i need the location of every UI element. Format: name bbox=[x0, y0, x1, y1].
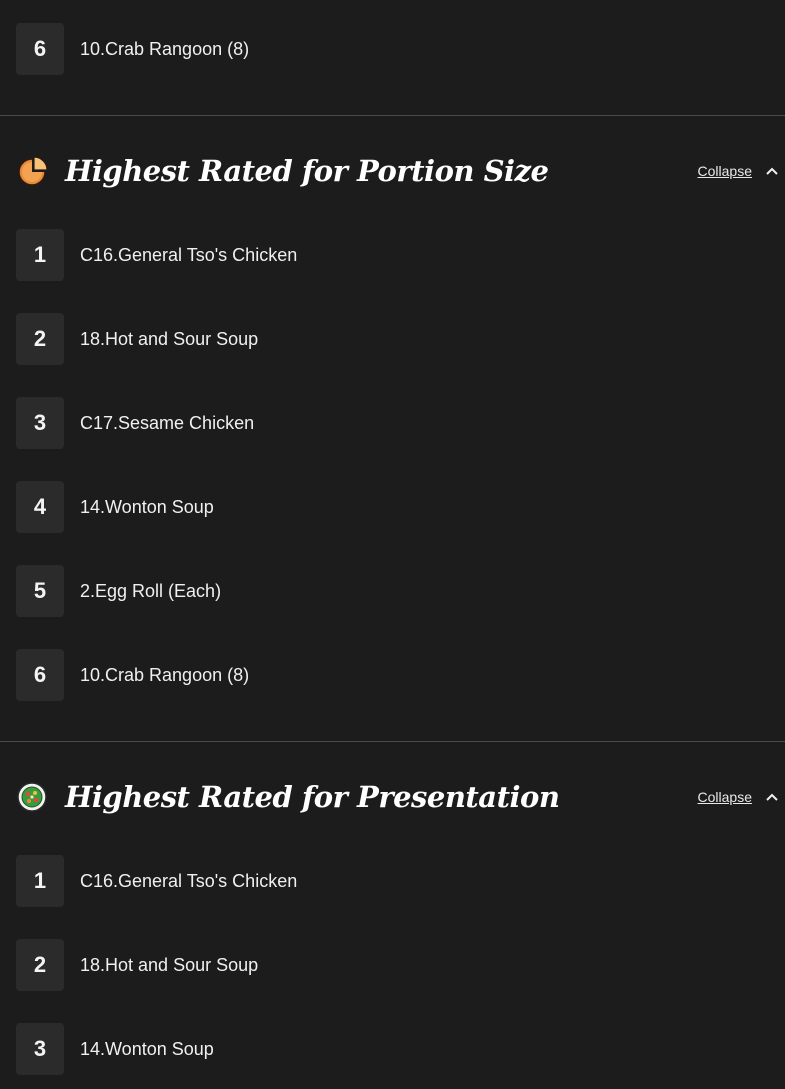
section-title: Highest Rated for Portion Size bbox=[65, 154, 549, 188]
collapse-label: Collapse bbox=[697, 789, 752, 805]
garnished-plate-icon bbox=[17, 782, 47, 812]
rank-badge: 1 bbox=[16, 229, 64, 281]
item-name: C16.General Tso's Chicken bbox=[80, 244, 298, 265]
rank-badge: 2 bbox=[16, 939, 64, 991]
collapse-label: Collapse bbox=[697, 163, 752, 179]
list-item[interactable]: 1 C16.General Tso's Chicken bbox=[16, 855, 769, 907]
section-divider bbox=[0, 741, 785, 742]
section-title: Highest Rated for Presentation bbox=[65, 780, 560, 814]
list-item[interactable]: 3 14.Wonton Soup bbox=[16, 1023, 769, 1075]
item-name: 18.Hot and Sour Soup bbox=[80, 328, 259, 349]
rank-badge: 3 bbox=[16, 1023, 64, 1075]
list-item[interactable]: 2 18.Hot and Sour Soup bbox=[16, 939, 769, 991]
item-name: C17.Sesame Chicken bbox=[80, 412, 255, 433]
rank-badge: 1 bbox=[16, 855, 64, 907]
collapse-button[interactable]: Collapse bbox=[698, 163, 785, 179]
rank-badge: 5 bbox=[16, 565, 64, 617]
pie-chart-icon bbox=[18, 156, 48, 186]
rank-badge: 4 bbox=[16, 481, 64, 533]
rank-badge: 3 bbox=[16, 397, 64, 449]
item-name: 14.Wonton Soup bbox=[80, 1038, 214, 1059]
chevron-up-icon bbox=[766, 167, 778, 175]
list-item[interactable]: 4 14.Wonton Soup bbox=[16, 481, 769, 533]
rank-badge: 2 bbox=[16, 313, 64, 365]
rank-badge: 6 bbox=[16, 649, 64, 701]
item-name: 10.Crab Rangoon (8) bbox=[80, 38, 250, 59]
item-name: 2.Egg Roll (Each) bbox=[80, 580, 222, 601]
item-name: 14.Wonton Soup bbox=[80, 496, 214, 517]
list-item[interactable]: 6 10.Crab Rangoon (8) bbox=[16, 23, 769, 75]
list-item[interactable]: 2 18.Hot and Sour Soup bbox=[16, 313, 769, 365]
list-item[interactable]: 5 2.Egg Roll (Each) bbox=[16, 565, 769, 617]
chevron-up-icon bbox=[766, 793, 778, 801]
item-name: 10.Crab Rangoon (8) bbox=[80, 664, 250, 685]
list-item[interactable]: 6 10.Crab Rangoon (8) bbox=[16, 649, 769, 701]
section-divider bbox=[0, 115, 785, 116]
collapse-button[interactable]: Collapse bbox=[698, 789, 785, 805]
section-header-portion-size: Highest Rated for Portion Size Collapse bbox=[16, 146, 785, 196]
item-name: C16.General Tso's Chicken bbox=[80, 870, 298, 891]
list-item[interactable]: 1 C16.General Tso's Chicken bbox=[16, 229, 769, 281]
list-item[interactable]: 3 C17.Sesame Chicken bbox=[16, 397, 769, 449]
item-name: 18.Hot and Sour Soup bbox=[80, 954, 259, 975]
rank-badge: 6 bbox=[16, 23, 64, 75]
section-header-presentation: Highest Rated for Presentation Collapse bbox=[16, 772, 785, 822]
